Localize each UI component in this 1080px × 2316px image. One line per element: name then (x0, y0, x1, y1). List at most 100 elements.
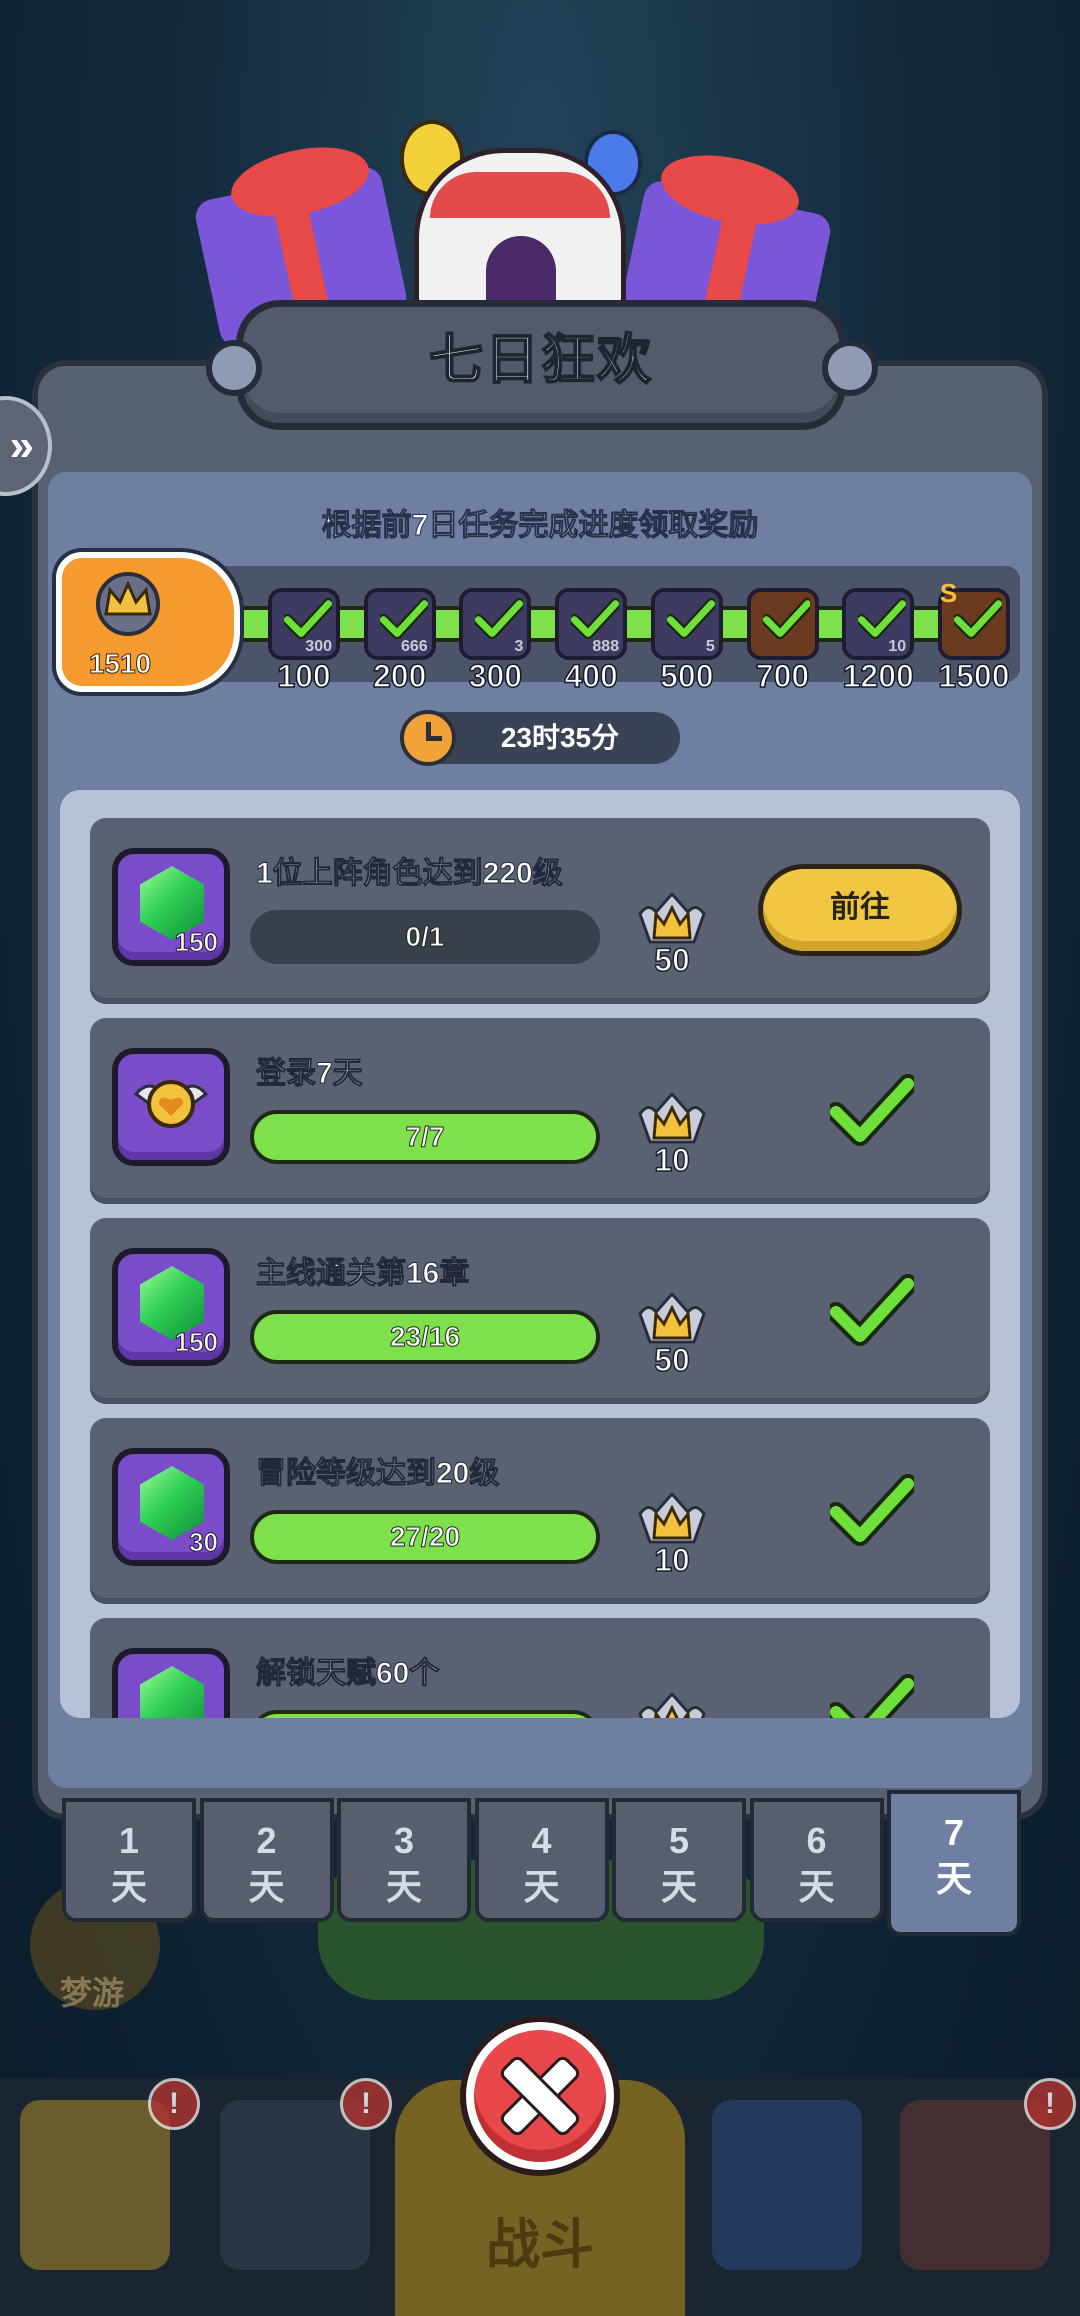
milestone-reward-scroll-icon[interactable]: 10 (842, 588, 915, 660)
completed-check-icon (826, 1274, 918, 1346)
day-number: 7 (943, 1812, 965, 1853)
milestone-threshold: 500 (659, 657, 714, 695)
milestone-threshold: 100 (277, 657, 332, 695)
background-battle-label: 战斗 (486, 2215, 594, 2275)
milestone-threshold: 200 (372, 657, 427, 695)
task-progress-bar: 7/7 (250, 1110, 600, 1164)
checkmark-icon (951, 598, 1005, 646)
task-progress-bar: 23/16 (250, 1310, 600, 1364)
milestone-reward-count: 666 (400, 638, 428, 655)
task-row: 30 冒险等级达到20级 27/20 10 (90, 1418, 990, 1598)
task-title: 登录7天 (256, 1057, 364, 1091)
countdown-text: 23时35分 (500, 722, 620, 753)
grade-badge: S (939, 578, 958, 608)
milestone-threshold: 1200 (842, 657, 915, 695)
reward-tile (112, 1648, 230, 1718)
task-progress-bar: 0/1 (250, 910, 600, 964)
score-crown-icon (96, 572, 160, 636)
points-crown-icon (634, 1488, 710, 1550)
progress-text: 0/1 (405, 921, 445, 953)
day-unit: 天 (248, 1866, 285, 1907)
day-number: 5 (668, 1820, 690, 1861)
tent-stripe (430, 172, 610, 218)
day-tab-6[interactable]: 6天 (749, 1798, 884, 1922)
task-title: 主线通关第16章 (255, 1257, 470, 1291)
current-score: 1510 (88, 648, 152, 680)
progress-text: 7/7 (405, 1121, 445, 1153)
background-alert-badge: ! (1024, 2078, 1076, 2130)
points-crown-icon (634, 1288, 710, 1350)
reward-tile: 150 (112, 848, 230, 966)
reward-count: 150 (174, 1327, 218, 1358)
reward-count: 150 (174, 927, 218, 958)
task-row: 150 1位上阵角色达到220级 0/1 50 前往 (90, 818, 990, 998)
points-value: 10 (653, 1541, 690, 1579)
background-dream-label: 梦游 (60, 1975, 125, 2011)
milestone-reward-hero-portrait-icon[interactable] (746, 588, 819, 660)
task-title: 解锁天赋60个 (255, 1657, 440, 1691)
day-number: 2 (256, 1820, 277, 1861)
day-tab-7[interactable]: 7天 (887, 1790, 1021, 1936)
winged-heart-icon (132, 1072, 210, 1136)
event-title: 七日狂欢 (428, 329, 653, 391)
task-list[interactable]: 150 1位上阵角色达到220级 0/1 50 前往登录7天 7/7 10 150 主线通关第1… (60, 790, 1020, 1718)
milestone-reward-count: 5 (705, 638, 715, 655)
event-subtitle: 根据前7日任务完成进度领取奖励 (321, 509, 759, 543)
reward-tile (112, 1048, 230, 1166)
day-tab-1[interactable]: 1天 (62, 1798, 196, 1922)
points-value: 50 (653, 1341, 690, 1379)
background-sun-icon (20, 2100, 170, 2270)
milestone-threshold: 1500 (938, 657, 1011, 695)
milestone-reward-count: 3 (514, 638, 524, 655)
day-unit: 天 (110, 1866, 147, 1907)
background-alert-badge: ! (340, 2078, 392, 2130)
completed-check-icon (826, 1474, 918, 1546)
completed-check-icon (826, 1074, 918, 1146)
progress-text (250, 1710, 600, 1718)
reward-count: 30 (189, 1527, 219, 1558)
points-crown-icon (634, 1088, 710, 1150)
milestone-reward-chest-icon[interactable]: 3 (459, 588, 532, 660)
points-value: 10 (653, 1141, 690, 1179)
task-row: 解锁天赋60个 (90, 1618, 990, 1718)
progress-text: 23/16 (389, 1321, 461, 1353)
reward-tile: 30 (112, 1448, 230, 1566)
task-progress-bar: 27/20 (250, 1510, 600, 1564)
milestone-threshold: 300 (468, 657, 523, 695)
day-tab-4[interactable]: 4天 (474, 1798, 609, 1922)
task-progress-bar (250, 1710, 600, 1718)
day-number: 4 (531, 1820, 552, 1861)
task-row: 150 主线通关第16章 23/16 50 (90, 1218, 990, 1398)
day-tab-3[interactable]: 3天 (337, 1798, 471, 1922)
day-unit: 天 (798, 1866, 835, 1907)
background-guild-icon (712, 2100, 862, 2270)
milestone-threshold: 400 (564, 657, 619, 695)
day-unit: 天 (523, 1866, 560, 1907)
milestone-reward-chest-icon[interactable]: 888 (555, 588, 628, 660)
milestone-reward-count: 10 (888, 638, 907, 655)
task-row: 登录7天 7/7 10 (90, 1018, 990, 1198)
checkmark-icon (760, 598, 813, 646)
background-alert-badge: ! (148, 2078, 200, 2130)
milestone-threshold: 700 (755, 657, 810, 695)
points-crown-icon (634, 888, 710, 950)
points-value: 50 (653, 941, 690, 979)
close-button[interactable] (466, 2022, 614, 2170)
gem-icon (140, 1666, 204, 1718)
milestone-reward-chest-icon[interactable]: 5 (650, 588, 723, 660)
milestone-reward-hero-portrait-icon[interactable]: S (937, 578, 1010, 660)
task-title: 1位上阵角色达到220级 (256, 857, 564, 891)
milestone-reward-chest-icon[interactable]: 300 (268, 588, 340, 660)
day-tab-5[interactable]: 5天 (612, 1798, 746, 1922)
milestone-reward-count: 300 (305, 638, 332, 655)
milestone-reward-count: 888 (592, 638, 620, 655)
completed-check-icon (826, 1674, 918, 1718)
day-unit: 天 (935, 1858, 972, 1899)
points-crown-icon (634, 1688, 710, 1718)
day-number: 6 (806, 1820, 827, 1861)
day-tab-2[interactable]: 2天 (199, 1798, 334, 1922)
clock-hand (426, 736, 442, 741)
day-unit: 天 (385, 1866, 422, 1907)
milestone-reward-chest-icon[interactable]: 666 (363, 588, 436, 660)
go-button[interactable]: 前往 (758, 864, 962, 956)
